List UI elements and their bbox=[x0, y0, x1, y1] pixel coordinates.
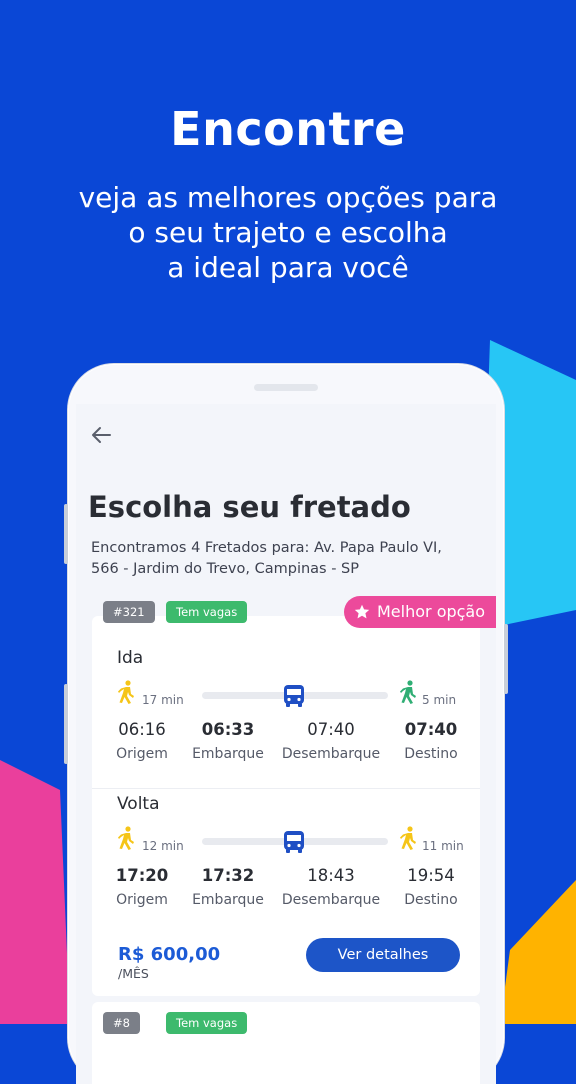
yellow-shape bbox=[500, 880, 576, 1024]
charter-number-badge: #8 bbox=[103, 1012, 140, 1034]
time-origin: 06:16 bbox=[118, 720, 166, 739]
phone-side-button bbox=[64, 504, 68, 564]
walk-icon bbox=[400, 826, 416, 850]
phone-side-button bbox=[504, 624, 508, 694]
charter-card[interactable] bbox=[92, 1002, 480, 1084]
section-title-volta: Volta bbox=[117, 794, 160, 814]
time-destination: 07:40 bbox=[404, 720, 458, 739]
time-alighting: 07:40 bbox=[307, 720, 355, 739]
section-title-ida: Ida bbox=[117, 648, 144, 668]
charter-number-badge: #321 bbox=[103, 601, 155, 623]
label-origin: Origem bbox=[116, 892, 168, 908]
label-destination: Destino bbox=[404, 746, 458, 762]
star-icon bbox=[354, 604, 370, 619]
charter-card[interactable]: Ida 17 min 5 min 06:16 06:33 07:40 07:40… bbox=[92, 616, 480, 996]
label-boarding: Embarque bbox=[192, 746, 264, 762]
walk-icon bbox=[118, 826, 134, 850]
hero-subtitle-line: veja as melhores opções para bbox=[78, 181, 498, 214]
label-destination: Destino bbox=[404, 892, 458, 908]
view-details-button[interactable]: Ver detalhes bbox=[306, 938, 460, 972]
time-destination: 19:54 bbox=[407, 866, 455, 885]
walk-time-start: 17 min bbox=[142, 693, 184, 707]
page-title: Escolha seu fretado bbox=[88, 490, 411, 524]
time-boarding: 17:32 bbox=[201, 866, 255, 885]
walk-time-end: 11 min bbox=[422, 839, 464, 853]
bus-icon bbox=[284, 831, 304, 853]
walk-icon bbox=[400, 680, 416, 704]
label-alighting: Desembarque bbox=[281, 892, 381, 908]
pink-shape bbox=[0, 760, 70, 1024]
best-option-badge: Melhor opção bbox=[344, 596, 496, 628]
walk-time-end: 5 min bbox=[422, 693, 457, 707]
price: R$ 600,00 bbox=[118, 944, 221, 965]
walk-icon bbox=[118, 680, 134, 704]
label-boarding: Embarque bbox=[192, 892, 264, 908]
phone-side-button bbox=[64, 684, 68, 764]
hero-subtitle-line: a ideal para você bbox=[167, 251, 409, 284]
availability-badge: Tem vagas bbox=[166, 1012, 248, 1034]
phone-speaker bbox=[254, 384, 318, 391]
phone-frame: Escolha seu fretado Encontramos 4 Fretad… bbox=[64, 364, 508, 1084]
bus-icon bbox=[284, 685, 304, 707]
label-origin: Origem bbox=[116, 746, 168, 762]
availability-badge: Tem vagas bbox=[166, 601, 248, 623]
hero-title: Encontre bbox=[170, 102, 406, 156]
app-screen: Escolha seu fretado Encontramos 4 Fretad… bbox=[76, 404, 496, 1084]
time-boarding: 06:33 bbox=[201, 720, 255, 739]
walk-time-start: 12 min bbox=[142, 839, 184, 853]
arrow-left-icon[interactable] bbox=[90, 425, 112, 445]
time-origin: 17:20 bbox=[115, 866, 169, 885]
hero-subtitle-line: o seu trajeto e escolha bbox=[128, 216, 448, 249]
hero-subtitle: veja as melhores opções para o seu traje… bbox=[0, 180, 576, 285]
search-description: Encontramos 4 Fretados para: Av. Papa Pa… bbox=[91, 540, 442, 577]
time-alighting: 18:43 bbox=[307, 866, 355, 885]
divider bbox=[92, 788, 480, 789]
price-period: /MÊS bbox=[118, 966, 149, 981]
best-option-label: Melhor opção bbox=[377, 602, 486, 621]
label-alighting: Desembarque bbox=[281, 746, 381, 762]
